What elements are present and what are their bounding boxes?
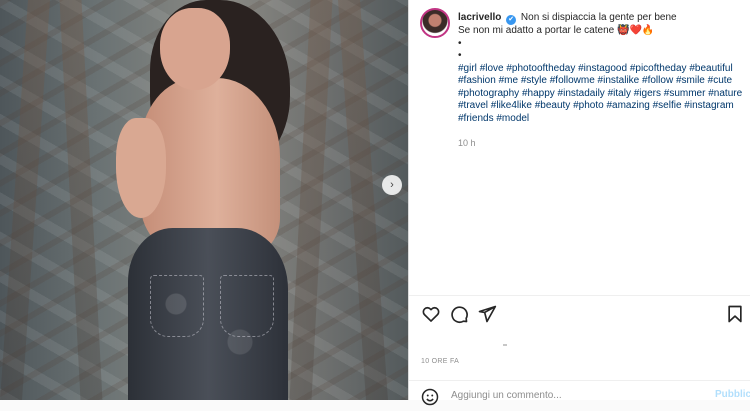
verified-badge-icon: ✔ — [506, 15, 517, 25]
jeans-pocket — [220, 275, 274, 337]
comment-input[interactable] — [449, 386, 693, 404]
paper-plane-icon[interactable] — [477, 304, 497, 329]
username-link[interactable]: lacrivello — [458, 12, 501, 23]
hashtag-link[interactable]: #summer — [664, 88, 706, 99]
bookmark-icon[interactable] — [725, 304, 745, 329]
caption-bullet: • — [458, 37, 462, 49]
caption-line: Non si dispiaccia la gente per bene — [520, 12, 677, 23]
post-caption: lacrivello ✔ Non si dispiaccia la gente … — [458, 12, 748, 125]
hashtag-link[interactable]: #followme — [550, 75, 595, 86]
hashtag-link[interactable]: #photography — [458, 88, 519, 99]
wood-plank — [337, 0, 389, 400]
hashtag-link[interactable]: #happy — [522, 88, 555, 99]
comment-icon[interactable] — [449, 304, 469, 329]
hashtag-link[interactable]: #smile — [676, 75, 705, 86]
hashtag-link[interactable]: #girl — [458, 63, 477, 74]
next-photo-button[interactable]: › — [382, 175, 402, 195]
hashtag-link[interactable]: #beautiful — [689, 63, 732, 74]
model-arm — [116, 118, 166, 218]
model-face — [160, 8, 230, 90]
wood-plank — [288, 0, 334, 400]
caption-line: Se non mi adatto a portar le catene 👹❤️🔥 — [458, 25, 655, 36]
hashtag-link[interactable]: #follow — [642, 75, 673, 86]
hashtag-link[interactable]: #beauty — [535, 100, 571, 111]
heart-icon[interactable] — [421, 304, 441, 329]
jeans-pocket — [150, 275, 204, 337]
hashtag-link[interactable]: #photooftheday — [506, 63, 575, 74]
hashtag-link[interactable]: #cute — [708, 75, 732, 86]
divider — [409, 295, 750, 296]
hashtag-list: #girl #love #photooftheday #instagood #p… — [458, 63, 748, 126]
hashtag-link[interactable]: #instadaily — [558, 88, 605, 99]
likes-placeholder — [503, 344, 507, 346]
hashtag-link[interactable]: #italy — [608, 88, 631, 99]
hashtag-link[interactable]: #like4like — [491, 100, 532, 111]
publish-button[interactable]: Pubblica — [715, 389, 750, 400]
hashtag-link[interactable]: #nature — [708, 88, 742, 99]
post-photo[interactable]: › — [0, 0, 408, 400]
hashtag-link[interactable]: #model — [496, 113, 529, 124]
hashtag-link[interactable]: #love — [480, 63, 504, 74]
wood-plank — [58, 0, 104, 400]
hashtag-link[interactable]: #instagood — [578, 63, 627, 74]
hashtag-link[interactable]: #picoftheday — [630, 63, 687, 74]
caption-timestamp[interactable]: 10 h — [458, 138, 476, 148]
hashtag-link[interactable]: #friends — [458, 113, 494, 124]
action-bar — [409, 304, 750, 328]
wood-plank — [0, 0, 51, 400]
caption-bullet: • — [458, 50, 462, 61]
avatar[interactable] — [420, 8, 450, 38]
hashtag-link[interactable]: #selfie — [653, 100, 682, 111]
post-sidebar: lacrivello ✔ Non si dispiaccia la gente … — [408, 0, 750, 406]
hashtag-link[interactable]: #photo — [573, 100, 604, 111]
comment-bar: Pubblica — [409, 381, 750, 406]
hashtag-link[interactable]: #style — [521, 75, 547, 86]
hashtag-link[interactable]: #fashion — [458, 75, 496, 86]
post-timestamp[interactable]: 10 ORE FA — [421, 358, 459, 365]
hashtag-link[interactable]: #instalike — [598, 75, 640, 86]
hashtag-link[interactable]: #amazing — [606, 100, 649, 111]
hashtag-link[interactable]: #instagram — [684, 100, 733, 111]
hashtag-link[interactable]: #igers — [634, 88, 661, 99]
chevron-right-icon: › — [390, 179, 394, 191]
hashtag-link[interactable]: #travel — [458, 100, 488, 111]
hashtag-link[interactable]: #me — [499, 75, 518, 86]
